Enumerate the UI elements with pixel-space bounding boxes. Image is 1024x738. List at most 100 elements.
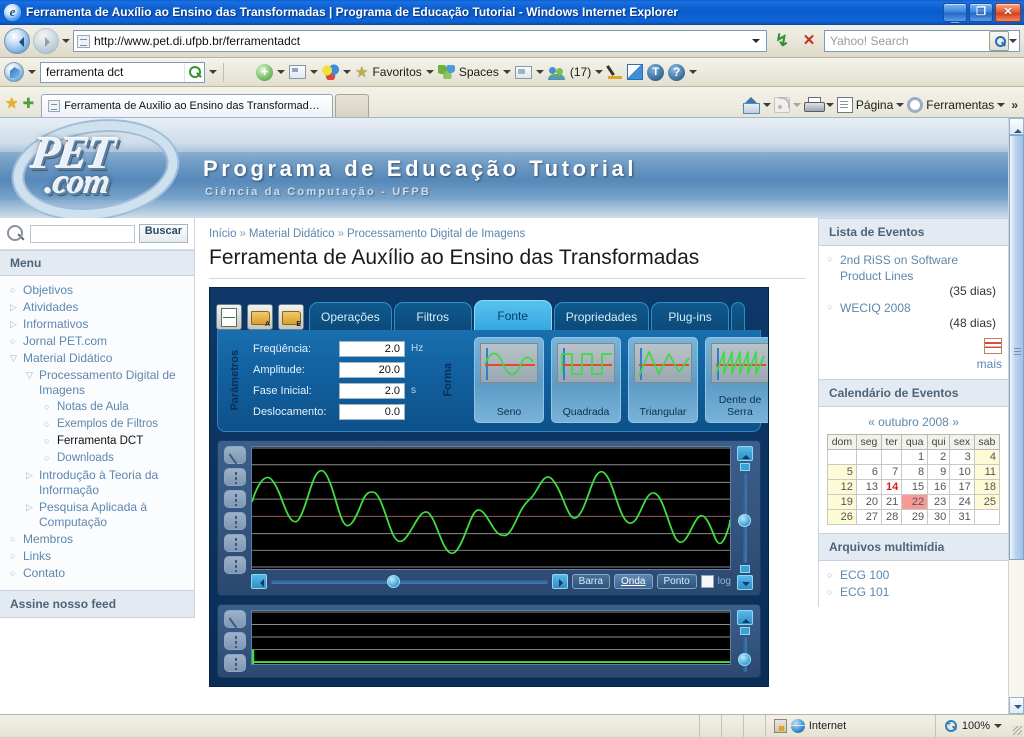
ruler-tool-button-6[interactable]	[224, 632, 246, 650]
app-tab-propriedades[interactable]: Propriedades	[553, 302, 650, 330]
calendar-prev-button[interactable]: «	[868, 415, 875, 429]
calendar-day[interactable]: 22	[901, 494, 929, 510]
new-tab-button[interactable]	[335, 94, 370, 117]
ruler-tool-button-5[interactable]	[224, 556, 246, 574]
zoom-control[interactable]: + 100%	[934, 715, 1010, 737]
mail-chevron-down-icon[interactable]	[535, 70, 544, 78]
zoom-in-handle[interactable]	[740, 463, 750, 471]
zoom-out-handle[interactable]	[740, 565, 750, 573]
sidebar-item-label[interactable]: Jornal PET.com	[23, 334, 107, 349]
address-input[interactable]: http://www.pet.di.ufpb.br/ferramentadct	[94, 34, 748, 48]
sidebar-item[interactable]: ▷ Informativos	[0, 316, 194, 333]
ruler-tool-button-3[interactable]	[224, 512, 246, 530]
sidebar-item[interactable]: ▽ Material Didático	[0, 350, 194, 367]
transform-zoom-in-handle[interactable]	[740, 627, 750, 635]
calendar-day[interactable]: 24	[949, 494, 975, 510]
event-link[interactable]: 2nd RiSS on Software Product Lines	[840, 252, 1000, 284]
horizontal-scroll-track[interactable]	[271, 574, 548, 588]
sidebar-item-label[interactable]: Material Didático	[23, 351, 112, 366]
scroll-left-button[interactable]	[251, 574, 267, 589]
calendar-day[interactable]: 7	[881, 464, 903, 480]
calendar-day[interactable]: 19	[827, 494, 857, 510]
site-search-button[interactable]: Buscar	[138, 224, 188, 243]
favorites-center-icon[interactable]: ★	[5, 94, 18, 112]
vertical-scroll-track[interactable]	[738, 473, 751, 563]
transform-scroll-track[interactable]	[738, 637, 751, 672]
app-tab-fonte[interactable]: Fonte	[473, 300, 552, 330]
yahoo-search-input[interactable]: Yahoo! Search	[830, 34, 989, 48]
calendar-day[interactable]: 5	[827, 464, 857, 480]
ruler-tool-button-7[interactable]	[224, 654, 246, 672]
calendar-day[interactable]: 20	[855, 494, 883, 510]
view-mode-barra[interactable]: Barra	[571, 574, 611, 589]
favorites-chevron-down-icon[interactable]	[425, 70, 434, 78]
help-chevron-down-icon[interactable]	[689, 70, 698, 78]
calendar-next-button[interactable]: »	[952, 415, 959, 429]
sidebar-item-label[interactable]: Atividades	[23, 300, 78, 315]
window-tools-icon[interactable]	[289, 65, 306, 79]
recent-pages-chevron-down-icon[interactable]	[62, 39, 70, 47]
contacts-count[interactable]: (17)	[570, 65, 591, 79]
app-tab-plug-ins[interactable]: Plug-ins	[651, 302, 730, 330]
search-icon[interactable]	[989, 31, 1009, 51]
print-chevron-down-icon[interactable]	[825, 103, 834, 111]
sidebar-item-label[interactable]: Contato	[23, 566, 65, 581]
sidebar-item-label[interactable]: Membros	[23, 532, 73, 547]
sidebar-item[interactable]: ○ Notas de Aula	[0, 399, 194, 416]
security-zone[interactable]: Internet	[764, 715, 935, 737]
search-provider-chevron-down-icon[interactable]	[1009, 39, 1017, 47]
sidebar-item[interactable]: ○ Ferramenta DCT	[0, 433, 194, 450]
highlight-toggle-icon[interactable]	[230, 61, 252, 83]
sidebar-item[interactable]: ○ Downloads	[0, 450, 194, 467]
calendar-day[interactable]: 17	[949, 479, 975, 495]
sidebar-item[interactable]: ○ Jornal PET.com	[0, 333, 194, 350]
breadcrumb-link[interactable]: Material Didático	[249, 228, 335, 240]
add-to-favorites-icon[interactable]: ✚	[22, 95, 34, 112]
pencil-tool-button[interactable]	[224, 446, 246, 464]
sidebar-item-label[interactable]: Links	[23, 549, 51, 564]
calendar-day[interactable]: 3	[949, 449, 975, 465]
calendar-day[interactable]: 29	[901, 509, 929, 525]
pencil-tool-button-2[interactable]	[224, 610, 246, 628]
sidebar-item[interactable]: ▽ Processamento Digital de Imagens	[0, 367, 194, 399]
sidebar-item-label[interactable]: Downloads	[57, 451, 114, 466]
tools-menu-chevron-down-icon[interactable]	[997, 103, 1006, 111]
calendar-day[interactable]: 15	[901, 479, 929, 495]
address-bar[interactable]: http://www.pet.di.ufpb.br/ferramentadct	[73, 30, 767, 52]
help-icon[interactable]	[668, 63, 686, 81]
open-e-button[interactable]: E	[278, 304, 304, 330]
tools-menu-label[interactable]: Ferramentas	[926, 98, 994, 112]
gear-icon[interactable]	[907, 97, 924, 113]
log-checkbox[interactable]	[700, 575, 714, 588]
sidebar-item[interactable]: ▷ Atividades	[0, 299, 194, 316]
page-menu-chevron-down-icon[interactable]	[896, 103, 905, 111]
transform-canvas[interactable]	[251, 610, 731, 665]
sidebar-item[interactable]: ▷ Pesquisa Aplicada à Computação	[0, 499, 194, 531]
transform-scroll-thumb[interactable]	[738, 653, 751, 667]
messenger-icon[interactable]	[322, 64, 339, 80]
home-icon[interactable]	[741, 97, 760, 114]
msn-menu-chevron-down-icon[interactable]	[28, 70, 36, 78]
calendar-day[interactable]: 26	[827, 509, 857, 525]
ruler-tool-button-1[interactable]	[224, 468, 246, 486]
msn-search-box[interactable]: ferramenta dct	[40, 61, 205, 83]
spaces-chevron-down-icon[interactable]	[502, 70, 511, 78]
calendar-day[interactable]: 25	[973, 494, 1001, 510]
sidebar-item[interactable]: ○ Objetivos	[0, 282, 194, 299]
sidebar-item-label[interactable]: Informativos	[23, 317, 88, 332]
parameter-input[interactable]: 20.0	[339, 361, 405, 378]
events-more[interactable]: mais	[819, 336, 1008, 379]
msn-search-chevron-down-icon[interactable]	[209, 70, 217, 78]
calendar-day[interactable]: 30	[927, 509, 951, 525]
maximize-button[interactable]: ❐	[969, 2, 993, 22]
calendar-day[interactable]: 12	[827, 479, 857, 495]
sidebar-item-label[interactable]: Introdução à Teoria da Informação	[39, 468, 194, 498]
scrollbar-track[interactable]	[1009, 135, 1024, 697]
resize-grip[interactable]	[1010, 715, 1024, 737]
calendar-day[interactable]: 23	[927, 494, 951, 510]
minimize-button[interactable]: _	[943, 2, 967, 24]
scrollbar-thumb[interactable]	[1009, 135, 1024, 560]
messenger-chevron-down-icon[interactable]	[343, 70, 351, 78]
shape-button-seno[interactable]: Seno	[474, 337, 544, 423]
yahoo-search-box[interactable]: Yahoo! Search	[824, 30, 1020, 52]
